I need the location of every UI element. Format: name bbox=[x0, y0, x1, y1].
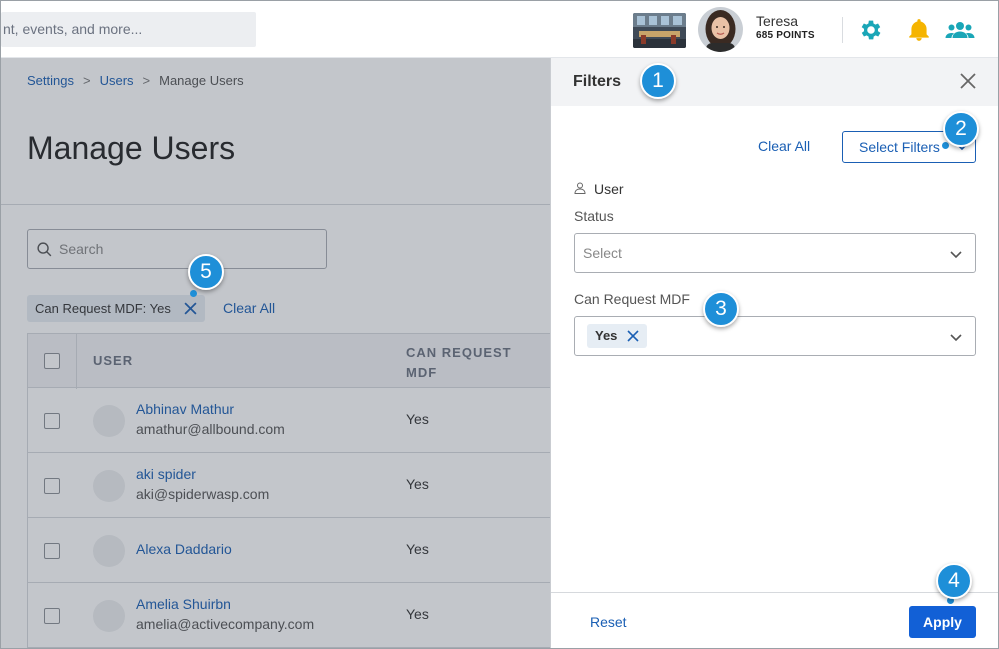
user-points: 685 POINTS bbox=[756, 30, 815, 41]
clear-all-button[interactable]: Clear All bbox=[758, 138, 810, 154]
table-row: Abhinav Mathur amathur@allbound.com Yes bbox=[28, 388, 551, 453]
filters-panel-header: Filters bbox=[551, 58, 998, 106]
filters-title: Filters bbox=[573, 73, 622, 90]
search-placeholder: Search bbox=[59, 241, 104, 257]
status-select[interactable]: Select bbox=[574, 233, 976, 273]
can-request-mdf-label: Can Request MDF bbox=[574, 291, 690, 307]
active-filter-chip: Can Request MDF: Yes bbox=[27, 295, 205, 322]
status-label: Status bbox=[574, 208, 614, 224]
filters-panel: Filters Clear All Select Filters User St… bbox=[550, 58, 998, 648]
table-row: aki spider aki@spiderwasp.com Yes bbox=[28, 453, 551, 518]
user-name-link[interactable]: Alexa Daddario bbox=[136, 541, 232, 557]
community-users-icon[interactable] bbox=[945, 17, 975, 43]
breadcrumb-users[interactable]: Users bbox=[100, 73, 134, 88]
user-email: amathur@allbound.com bbox=[136, 421, 285, 437]
table-row: Amelia Shuirbn amelia@activecompany.com … bbox=[28, 583, 551, 648]
clear-all-filters-link[interactable]: Clear All bbox=[223, 300, 275, 316]
select-filters-label: Select Filters bbox=[859, 139, 940, 155]
column-divider bbox=[76, 334, 77, 389]
top-header: nt, events, and more... Teresa 685 POINT… bbox=[1, 1, 998, 58]
callout-badge-2: 2 bbox=[943, 111, 979, 147]
user-name-link[interactable]: aki spider bbox=[136, 466, 196, 482]
can-request-mdf-value: Yes bbox=[406, 476, 429, 492]
avatar bbox=[93, 535, 125, 567]
breadcrumb-settings[interactable]: Settings bbox=[27, 73, 74, 88]
breadcrumb: Settings > Users > Manage Users bbox=[27, 73, 244, 88]
users-search-input[interactable]: Search bbox=[27, 229, 327, 269]
can-request-mdf-value: Yes bbox=[406, 606, 429, 622]
search-icon bbox=[37, 242, 52, 257]
remove-filter-icon[interactable] bbox=[184, 302, 197, 315]
column-header-user[interactable]: USER bbox=[93, 353, 133, 368]
chevron-down-icon bbox=[950, 334, 962, 342]
row-checkbox[interactable] bbox=[44, 413, 60, 429]
row-checkbox[interactable] bbox=[44, 543, 60, 559]
remove-value-icon[interactable] bbox=[627, 330, 639, 342]
user-name-link[interactable]: Abhinav Mathur bbox=[136, 401, 234, 417]
close-icon[interactable] bbox=[959, 72, 977, 90]
avatar bbox=[93, 470, 125, 502]
apply-button[interactable]: Apply bbox=[909, 606, 976, 638]
select-all-checkbox[interactable] bbox=[44, 353, 60, 369]
callout-badge-3: 3 bbox=[703, 291, 739, 327]
global-search-input[interactable]: nt, events, and more... bbox=[1, 12, 256, 47]
column-header-can-request-mdf[interactable]: CAN REQUEST MDF bbox=[406, 343, 526, 383]
user-icon bbox=[574, 182, 586, 194]
active-filter-label: Can Request MDF: Yes bbox=[35, 301, 171, 316]
callout-pointer bbox=[190, 290, 197, 297]
breadcrumb-separator: > bbox=[82, 73, 91, 88]
footer-divider bbox=[551, 592, 998, 593]
avatar bbox=[93, 600, 125, 632]
user-name-link[interactable]: Amelia Shuirbn bbox=[136, 596, 231, 612]
chevron-down-icon bbox=[950, 251, 962, 259]
callout-badge-1: 1 bbox=[640, 63, 676, 99]
callout-pointer bbox=[942, 142, 949, 149]
notification-bell-icon[interactable] bbox=[906, 17, 932, 43]
breadcrumb-separator: > bbox=[142, 73, 151, 88]
header-divider bbox=[842, 17, 843, 43]
user-email: aki@spiderwasp.com bbox=[136, 486, 270, 502]
selected-value-label: Yes bbox=[595, 328, 618, 343]
table-header: USER CAN REQUEST MDF bbox=[28, 333, 551, 389]
can-request-mdf-select[interactable]: Yes bbox=[574, 316, 976, 356]
callout-badge-5: 5 bbox=[188, 254, 224, 290]
callout-badge-4: 4 bbox=[936, 563, 972, 599]
can-request-mdf-value: Yes bbox=[406, 541, 429, 557]
reset-button[interactable]: Reset bbox=[590, 614, 627, 630]
user-section-label: User bbox=[594, 181, 624, 197]
user-email: amelia@activecompany.com bbox=[136, 616, 315, 632]
manage-users-page: Settings > Users > Manage Users Manage Users… bbox=[1, 58, 551, 648]
settings-gear-icon[interactable] bbox=[858, 17, 884, 43]
table-row: Alexa Daddario Yes bbox=[28, 518, 551, 583]
can-request-mdf-value: Yes bbox=[406, 411, 429, 427]
row-checkbox[interactable] bbox=[44, 608, 60, 624]
app-window: nt, events, and more... Teresa 685 POINT… bbox=[0, 0, 999, 649]
user-avatar[interactable] bbox=[698, 7, 743, 52]
page-title: Manage Users bbox=[27, 130, 236, 166]
row-checkbox[interactable] bbox=[44, 478, 60, 494]
divider bbox=[1, 204, 550, 205]
banner-thumbnail[interactable] bbox=[633, 13, 686, 48]
breadcrumb-current: Manage Users bbox=[159, 73, 244, 88]
user-name: Teresa bbox=[756, 13, 799, 29]
avatar bbox=[93, 405, 125, 437]
users-table: USER CAN REQUEST MDF Abhinav Mathur amat… bbox=[27, 333, 551, 648]
selected-value-chip: Yes bbox=[587, 324, 648, 348]
status-placeholder: Select bbox=[583, 245, 622, 261]
